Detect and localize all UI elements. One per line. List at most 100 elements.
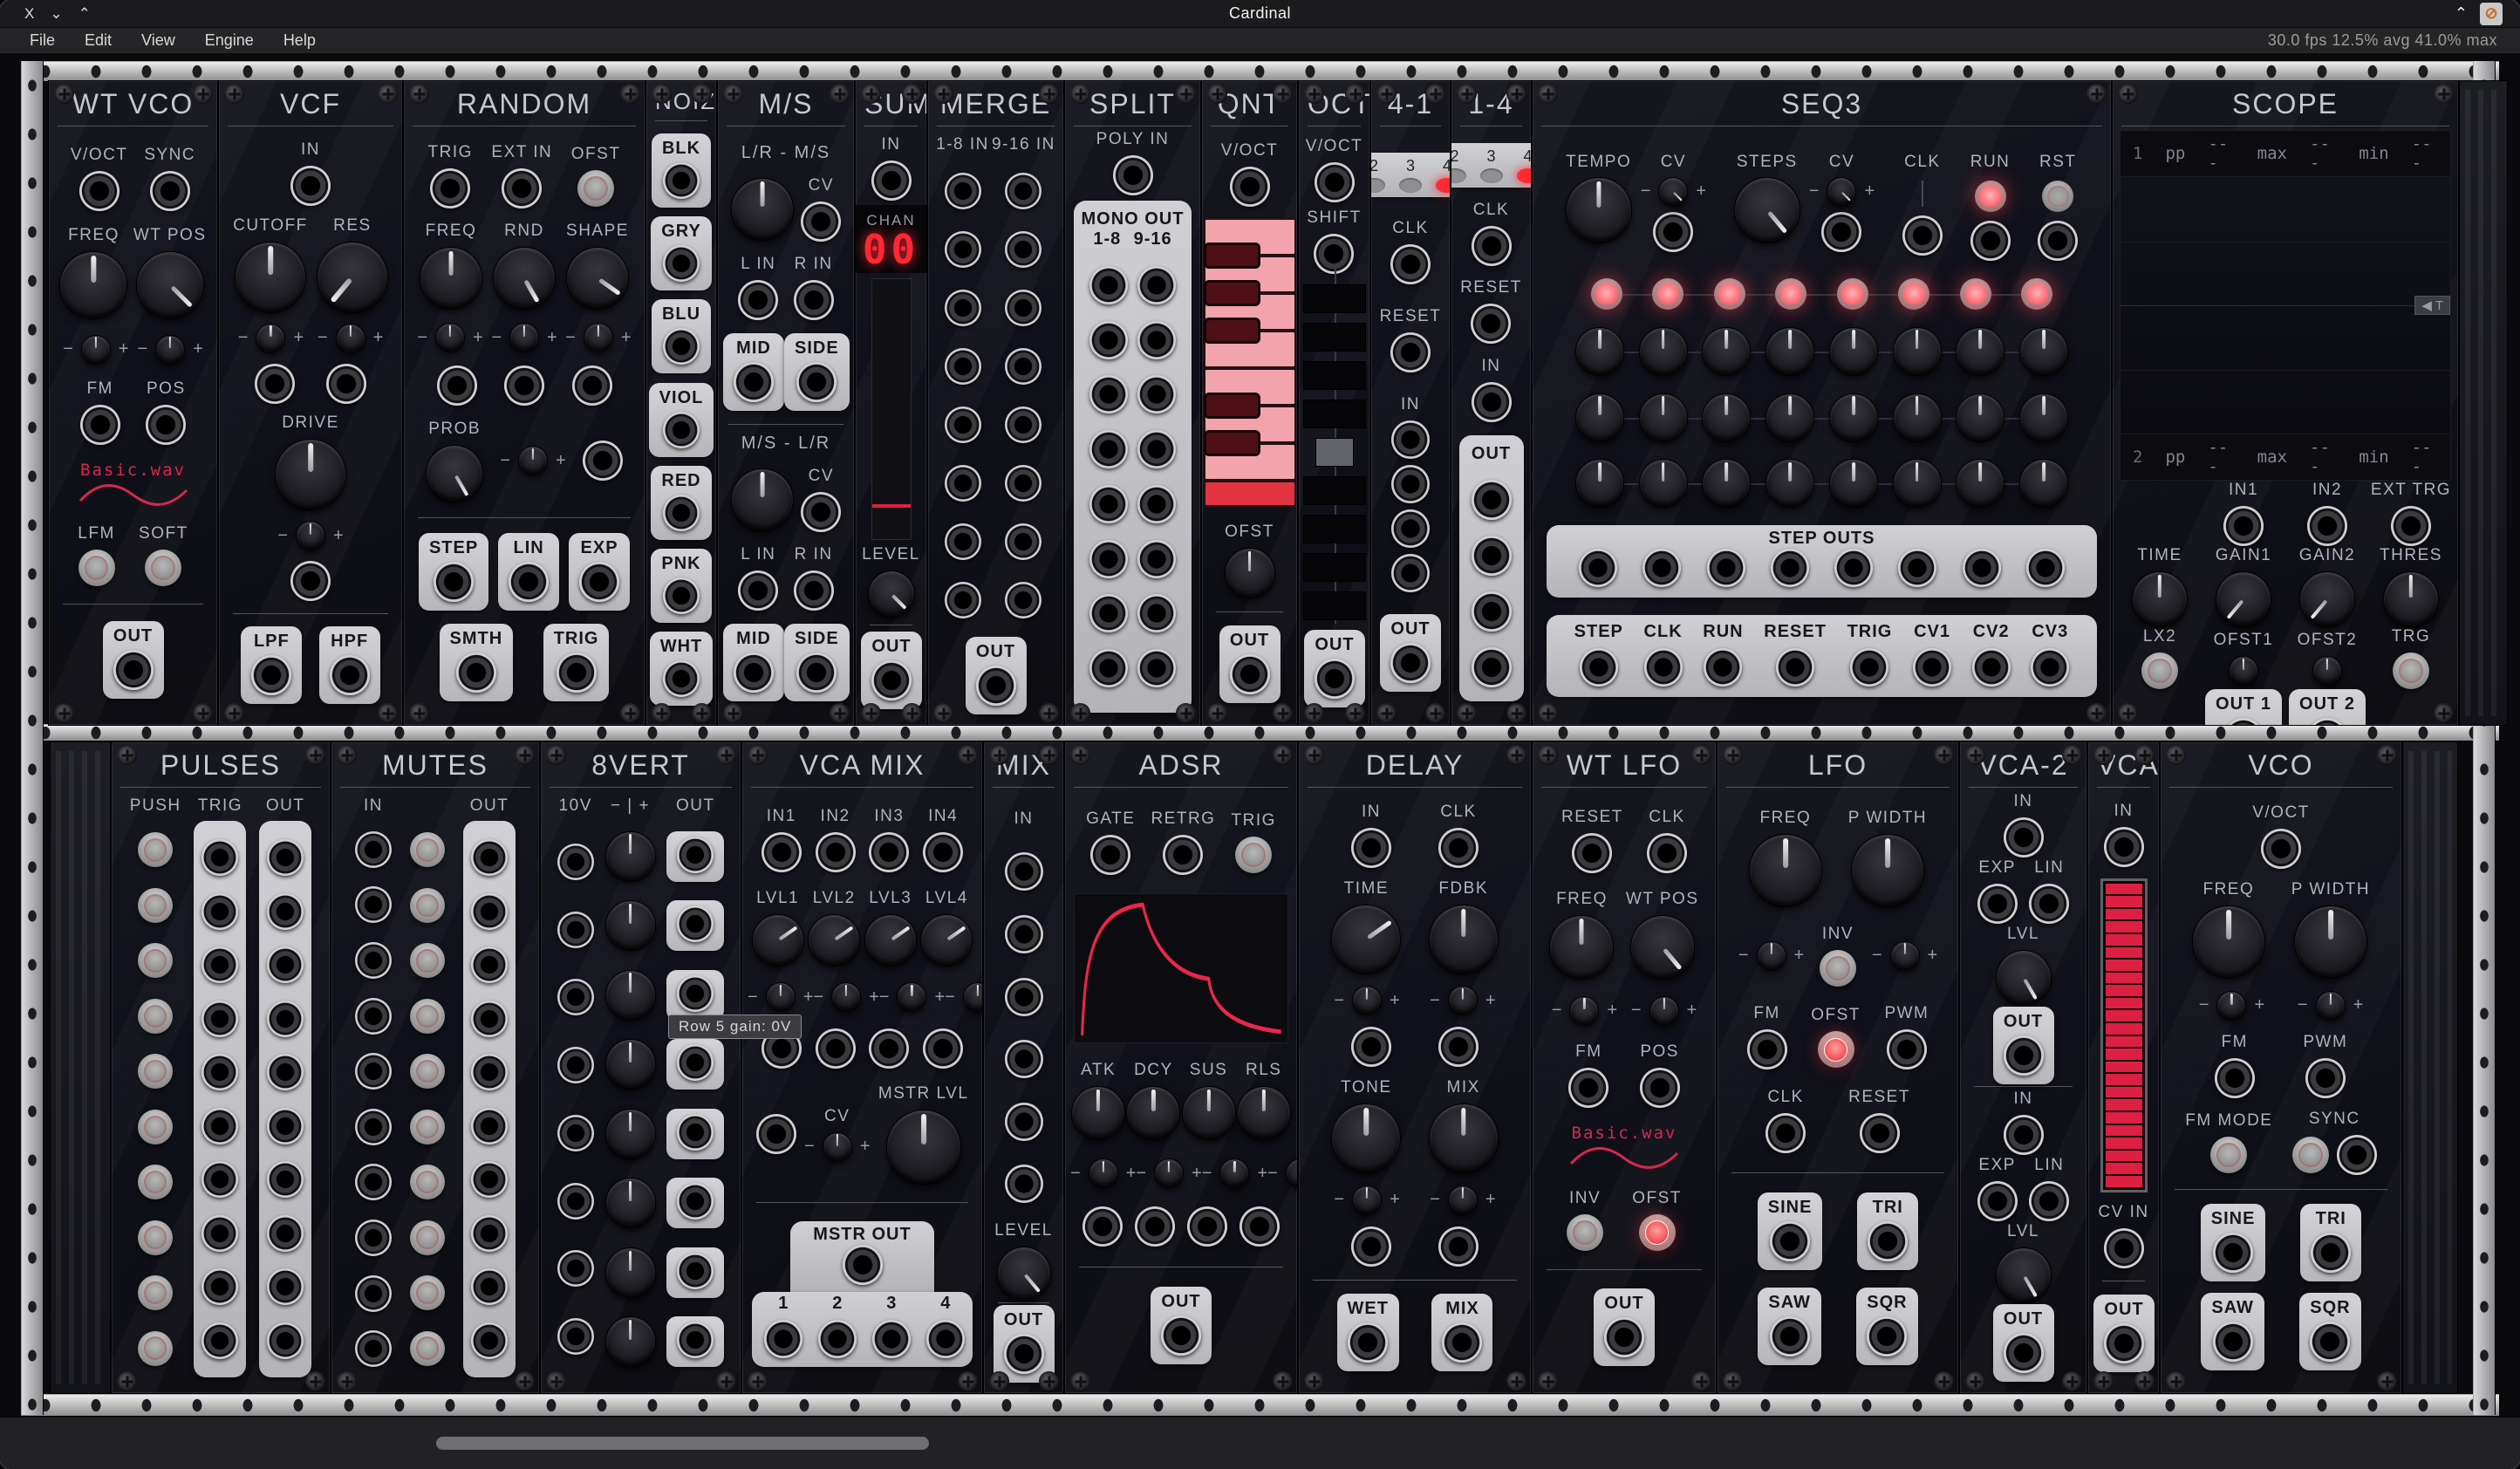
row-button[interactable]	[410, 1054, 445, 1089]
black-key[interactable]	[1204, 393, 1261, 419]
trim-knob[interactable]	[2312, 656, 2342, 686]
module-merge[interactable]: MERGE1-8 IN9-16 INOUT	[927, 80, 1064, 726]
v-oct-jack[interactable]	[1315, 162, 1355, 202]
trim-knob[interactable]	[1757, 941, 1786, 971]
menu-item-engine[interactable]: Engine	[205, 31, 254, 50]
pos-jack[interactable]	[1640, 1068, 1680, 1108]
out-output[interactable]	[666, 1316, 724, 1367]
module-wt-lfo[interactable]: WT LFORESETCLKFREQWT POS−+−+FMPOSBasic.w…	[1532, 741, 1717, 1394]
module-scope[interactable]: SCOPE1pp---max---min---◀ T2pp---max---mi…	[2112, 80, 2459, 726]
trig-jack[interactable]	[201, 1054, 238, 1090]
out-jack[interactable]	[267, 839, 304, 876]
tri-output[interactable]: TRI	[1857, 1192, 1918, 1270]
reset-jack[interactable]	[1860, 1113, 1900, 1153]
trim-knob[interactable]	[823, 1132, 852, 1162]
port-jack[interactable]	[1351, 1027, 1391, 1067]
wt-pos-knob[interactable]	[136, 251, 204, 319]
row-button[interactable]	[410, 1331, 445, 1366]
row-button[interactable]	[138, 1054, 173, 1089]
trim-knob[interactable]	[256, 324, 285, 353]
row-button[interactable]	[410, 999, 445, 1034]
trim-knob[interactable]	[1219, 1158, 1249, 1188]
step-out-jack[interactable]	[1707, 549, 1745, 587]
lin-output[interactable]: LIN	[498, 533, 559, 611]
row-gain-knob[interactable]	[605, 1178, 656, 1228]
tri-output[interactable]: TRI	[2300, 1204, 2361, 1281]
row-button[interactable]	[138, 1165, 173, 1199]
channel-count-selector[interactable]: 234	[1370, 153, 1451, 197]
trim-knob[interactable]	[1890, 941, 1920, 971]
octave-cell[interactable]	[1303, 591, 1366, 620]
out-1-output[interactable]: OUT 1	[2205, 689, 2282, 726]
octave-cell[interactable]	[1303, 361, 1366, 390]
9-16-in-jack[interactable]	[1005, 523, 1041, 560]
10v-jack[interactable]	[557, 1115, 594, 1151]
side-output[interactable]: SIDE	[784, 333, 850, 411]
step-knob[interactable]	[1575, 459, 1624, 508]
shape-knob[interactable]	[566, 247, 629, 310]
fm-jack[interactable]	[1747, 1029, 1787, 1069]
channel-count-selector[interactable]: 234	[1451, 143, 1532, 188]
sync-jack[interactable]	[150, 171, 190, 211]
module-delay[interactable]: DELAYINCLKTIMEFDBK−+−+TONEMIX−+−+WETMIX	[1298, 741, 1532, 1394]
module-mix[interactable]: MIXINLEVELOUT	[983, 741, 1064, 1394]
step-knob[interactable]	[1575, 327, 1624, 376]
black-key[interactable]	[1204, 243, 1261, 269]
mid-output[interactable]: MID	[723, 333, 784, 411]
lvl4-knob[interactable]	[920, 914, 973, 967]
port-jack[interactable]	[326, 364, 366, 404]
module-lfo[interactable]: LFOFREQP WIDTH−+INV−+FMOFSTPWMCLKRESETSI…	[1717, 741, 1959, 1394]
1-8-in-jack[interactable]	[945, 290, 981, 326]
trim-knob[interactable]	[435, 323, 465, 352]
cv-jack[interactable]	[801, 202, 841, 242]
10v-jack[interactable]	[557, 979, 594, 1015]
out-jack[interactable]	[471, 1268, 508, 1305]
p-width-knob[interactable]	[2294, 905, 2367, 979]
port-jack[interactable]	[923, 1028, 963, 1069]
9-16-in-jack[interactable]	[1005, 465, 1041, 502]
out-jack[interactable]	[471, 1322, 508, 1359]
mono-out-jack[interactable]	[1089, 375, 1128, 413]
in-jack[interactable]	[1472, 382, 1512, 422]
out-jack[interactable]	[267, 1161, 304, 1198]
step-knob[interactable]	[1956, 393, 2004, 442]
l-in-jack[interactable]	[738, 571, 778, 611]
module-sum[interactable]: SUMINCHAN00LEVELOUT	[855, 80, 927, 726]
step-out-jack[interactable]	[1963, 549, 2001, 587]
freq-knob[interactable]	[1549, 915, 1614, 980]
step-knob[interactable]	[1765, 393, 1814, 442]
trig-jack[interactable]	[201, 1108, 238, 1144]
out-output[interactable]: OUT	[1594, 1288, 1655, 1366]
in3-jack[interactable]	[869, 832, 909, 872]
out-output[interactable]	[666, 831, 724, 882]
mono-out-jack[interactable]	[1089, 485, 1128, 523]
dcy-knob[interactable]	[1126, 1086, 1180, 1140]
out-output[interactable]	[666, 970, 724, 1021]
out-jack[interactable]	[267, 1268, 304, 1305]
thres-knob[interactable]	[2383, 571, 2439, 627]
in-jack[interactable]	[355, 998, 392, 1035]
steps-knob[interactable]	[1734, 177, 1800, 243]
out-jack[interactable]	[267, 946, 304, 983]
v-oct-jack[interactable]	[2261, 829, 2301, 869]
port-jack[interactable]	[583, 441, 623, 481]
step-jack[interactable]	[1580, 648, 1618, 687]
in-jack[interactable]	[1005, 1040, 1043, 1078]
row-button[interactable]	[410, 1165, 445, 1199]
trim-knob[interactable]	[1286, 1158, 1298, 1188]
trim-knob[interactable]	[1352, 986, 1382, 1015]
clk-jack[interactable]	[1644, 648, 1683, 687]
clk-jack[interactable]	[1390, 244, 1431, 284]
lvl1-knob[interactable]	[752, 914, 804, 967]
out-jack[interactable]	[267, 893, 304, 930]
lin-jack[interactable]	[2029, 884, 2069, 924]
gain2-knob[interactable]	[2299, 571, 2355, 627]
trig-jack[interactable]	[201, 946, 238, 983]
ofst-button[interactable]	[1818, 1031, 1854, 1068]
port-jack[interactable]	[437, 366, 477, 406]
trig-jack[interactable]	[430, 168, 470, 208]
trim-knob[interactable]	[963, 982, 983, 1012]
lpf-output[interactable]: LPF	[241, 626, 302, 704]
module-noiz[interactable]: NOIZBLKGRYBLUVIOLREDPNKWHT	[645, 80, 717, 726]
step-knob[interactable]	[1702, 393, 1751, 442]
